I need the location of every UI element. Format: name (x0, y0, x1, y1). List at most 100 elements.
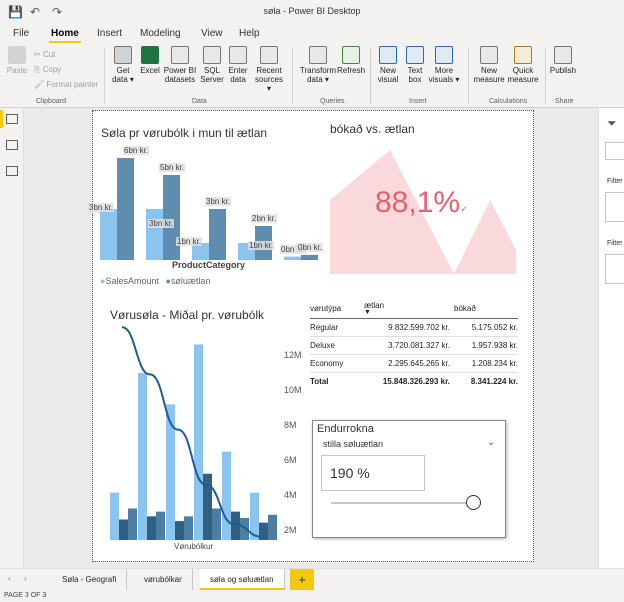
y-tick-label: 8M (284, 420, 297, 430)
filter-icon[interactable]: ⏷ (607, 116, 617, 131)
excel-button[interactable]: Excel (138, 46, 162, 75)
column-s1-1[interactable] (147, 516, 156, 540)
window-title: søla - Power BI Desktop (263, 6, 361, 16)
format-painter-button[interactable]: 🖌 Format painter (34, 80, 98, 89)
bar-data-label: 3bn kr. (148, 219, 175, 228)
text-box-label: Text box (407, 66, 423, 84)
bar-soluaetlan-1[interactable] (163, 175, 180, 260)
filter-well[interactable] (605, 254, 624, 284)
legend-item-soluaetlan: søluætlan (170, 276, 211, 286)
column-s2-5[interactable] (268, 514, 277, 540)
matrix-header[interactable]: vørutýpa (310, 300, 364, 318)
ribbon-separator (370, 48, 371, 104)
table-row: Deluxe 3.720.081.327 kr. 1.957.938 kr. (310, 336, 518, 354)
bar-soluaetlan-4[interactable] (301, 254, 318, 260)
refresh-button[interactable]: Refresh (337, 46, 365, 75)
recent-icon (260, 46, 278, 64)
column-s2-3[interactable] (212, 508, 221, 540)
tab-file[interactable]: File (13, 28, 29, 39)
page-tab-sola-og-soluaetlan[interactable]: søla og søluætlan (200, 569, 285, 590)
publish-label: Publish (549, 66, 577, 75)
bar-soluaetlan-2[interactable] (209, 209, 226, 260)
column-s2-0[interactable] (128, 508, 137, 540)
page-tabs-bar: ‹ › Søla - Geografi vørubólkar søla og s… (0, 568, 624, 590)
what-if-slicer[interactable]: Endurrokna stilla søluætlan ⌄ 190 % (312, 420, 506, 538)
bar-data-label: 0bn kr. (297, 242, 324, 252)
group-queries-label: Queries (320, 98, 345, 105)
sql-label: SQL Server (200, 66, 224, 84)
tab-home[interactable]: Home (49, 28, 81, 43)
text-box-button[interactable]: Text box (403, 46, 427, 84)
bar-soluaetlan-0[interactable] (117, 158, 134, 260)
bar-salesamount-1[interactable] (146, 209, 163, 260)
slider-handle[interactable] (466, 495, 481, 510)
column-s1-2[interactable] (175, 521, 184, 540)
group-clipboard-label: Clipboard (36, 98, 66, 105)
textbox-icon (406, 46, 424, 64)
bar-data-label: 1bn kr. (176, 237, 203, 246)
matrix-header[interactable]: ætlan ▼ (364, 300, 454, 318)
page-tab-sola-geografi[interactable]: Søla - Geografi (52, 569, 128, 590)
matrix-cell: Economy (310, 358, 344, 368)
pbi-datasets-button[interactable]: Power BI datasets (162, 46, 198, 84)
visual3-chart[interactable] (105, 320, 305, 545)
copy-button[interactable]: ⎘ Copy (34, 65, 61, 75)
paste-label: Paste (6, 66, 28, 75)
report-view-icon[interactable] (6, 114, 18, 124)
visual1-xlabel: ProductCategory (172, 260, 246, 270)
bar-salesamount-0[interactable] (100, 209, 117, 260)
slicer-value-input[interactable]: 190 % (321, 455, 425, 491)
enter-data-label: Enter data (228, 66, 248, 84)
data-view-icon[interactable] (6, 140, 18, 150)
matrix-header[interactable]: bókað (454, 300, 518, 318)
tab-view[interactable]: View (201, 28, 223, 39)
slider-track[interactable] (331, 502, 481, 504)
matrix-table: vørutýpa ætlan ▼ bókað Regular 9.832.599.… (310, 300, 518, 390)
tab-modeling[interactable]: Modeling (140, 28, 181, 39)
enter-data-button[interactable]: Enter data (226, 46, 250, 84)
quick-measure-button[interactable]: Quick measure (506, 46, 540, 84)
column-s0-0[interactable] (110, 492, 119, 540)
add-page-button[interactable]: + (290, 569, 314, 590)
scroll-right-icon[interactable]: › (24, 574, 27, 583)
get-data-button[interactable]: Get data ▾ (110, 46, 136, 84)
column-s2-2[interactable] (184, 516, 193, 540)
new-measure-button[interactable]: New measure (472, 46, 506, 84)
publish-button[interactable]: Publish (549, 46, 577, 75)
column-s2-1[interactable] (156, 511, 165, 540)
recent-sources-button[interactable]: Recent sources ▾ (252, 46, 286, 93)
column-s0-4[interactable] (222, 451, 231, 540)
column-s0-1[interactable] (138, 372, 147, 540)
more-visuals-button[interactable]: More visuals ▾ (428, 46, 460, 84)
cut-button[interactable]: ✂ Cut (34, 50, 55, 59)
excel-label: Excel (140, 66, 160, 75)
sql-server-button[interactable]: SQL Server (200, 46, 224, 84)
slicer-field-label: stilla søluætlan (323, 439, 384, 449)
search-input[interactable] (605, 142, 624, 160)
matrix-visual[interactable]: vørutýpa ætlan ▼ bókað Regular 9.832.599.… (310, 300, 518, 390)
transform-data-button[interactable]: Transform data ▾ (298, 46, 338, 84)
quick-measure-icon (514, 46, 532, 64)
filter-well[interactable] (605, 192, 624, 222)
transform-icon (309, 46, 327, 64)
matrix-cell: 3.720.081.327 kr. (388, 340, 450, 350)
model-view-icon[interactable] (6, 166, 18, 176)
slicer-title: Endurrokna (317, 423, 374, 435)
chart-icon (379, 46, 397, 64)
matrix-header-row: vørutýpa ætlan ▼ bókað (310, 300, 518, 318)
visual1-legend: ●SalesAmount ●søluætlan (100, 276, 210, 286)
filter-section-label: Filter (607, 178, 623, 185)
group-insert-label: Insert (409, 98, 427, 105)
matrix-cell: 5.175.052 kr. (471, 322, 518, 332)
kpi-value: 88,1%✓ (375, 186, 468, 220)
column-s0-3[interactable] (194, 344, 203, 540)
tab-help[interactable]: Help (239, 28, 260, 39)
scroll-left-icon[interactable]: ‹ (8, 574, 11, 583)
tab-insert[interactable]: Insert (97, 28, 122, 39)
paste-button[interactable]: Paste (6, 46, 28, 75)
new-visual-button[interactable]: New visual (375, 46, 401, 84)
page-tab-vorubolkar[interactable]: vørubólkar (134, 569, 193, 590)
bar-salesamount-4[interactable] (284, 256, 301, 260)
column-s1-0[interactable] (119, 519, 128, 541)
chevron-down-icon[interactable]: ⌄ (487, 437, 495, 448)
